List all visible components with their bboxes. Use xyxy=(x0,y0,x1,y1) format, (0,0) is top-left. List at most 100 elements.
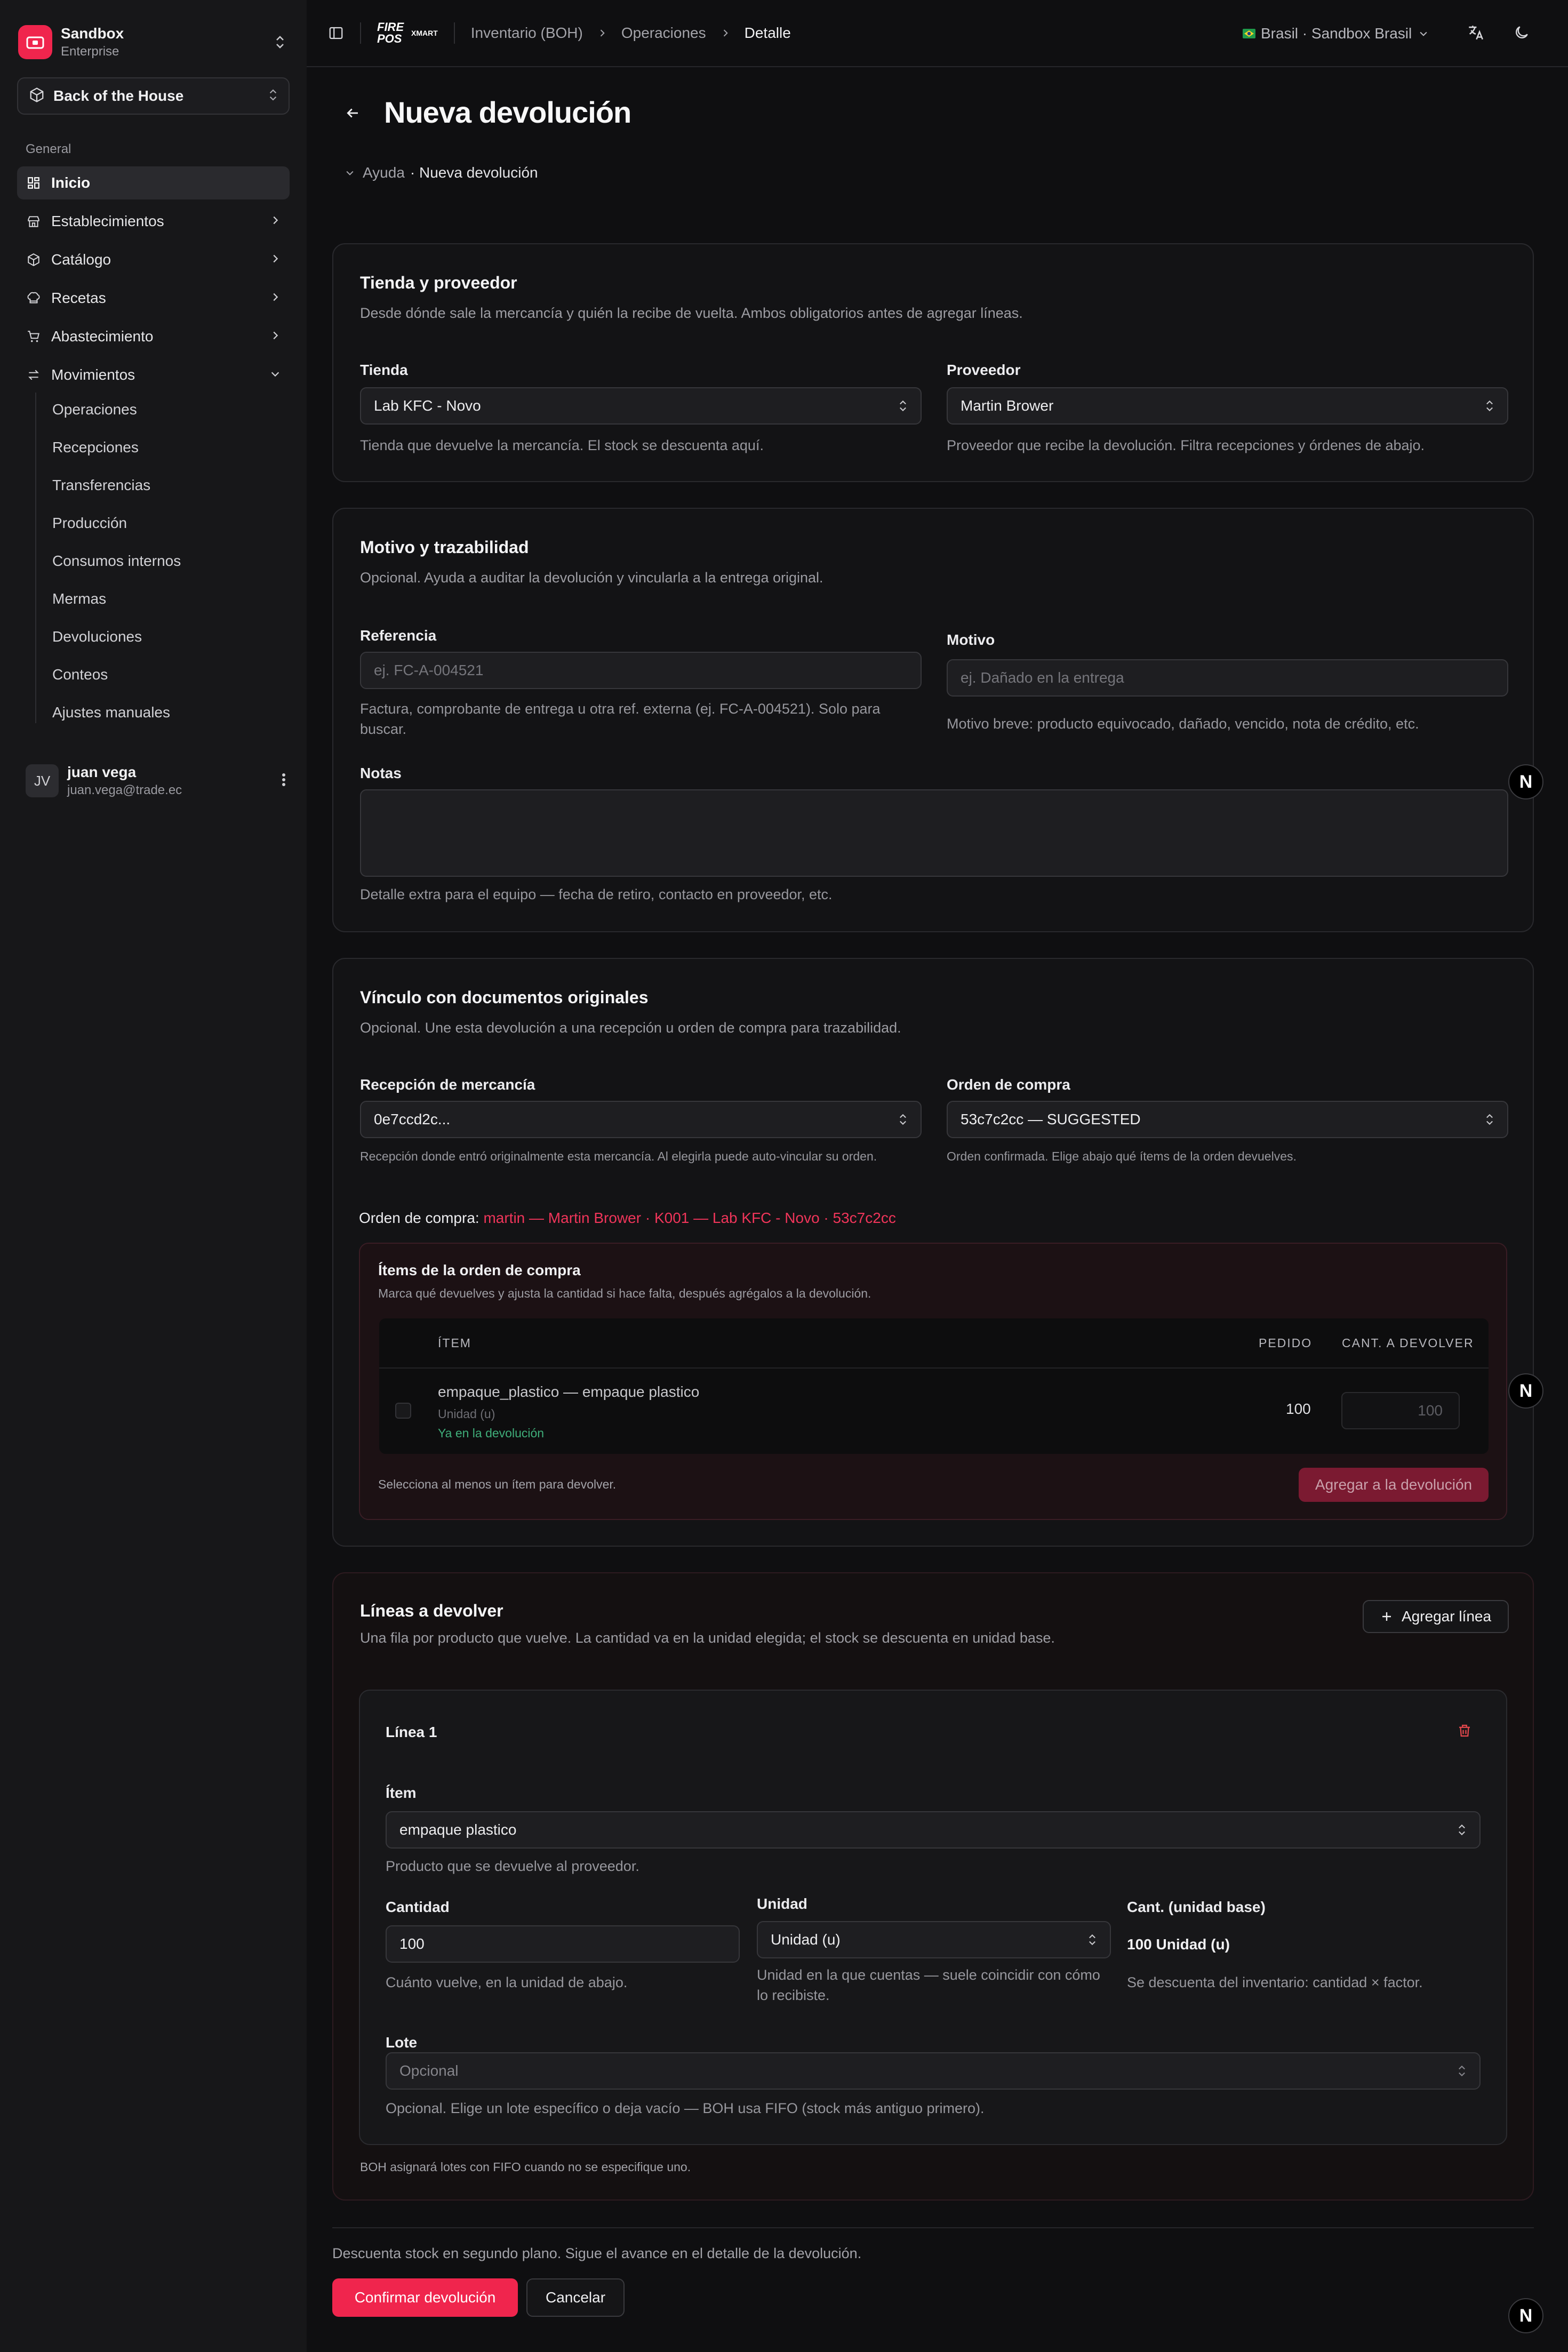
chevrons-up-down-icon xyxy=(1485,399,1494,413)
lot-placeholder: Opcional xyxy=(399,2062,459,2079)
sidebar-subitem-transferencias[interactable]: Transferencias xyxy=(52,477,150,494)
sidebar-item-label: Establecimientos xyxy=(51,213,164,229)
chevron-right-icon xyxy=(269,328,281,345)
quantity-input[interactable]: 100 xyxy=(386,1925,740,1963)
org-switcher[interactable]: Sandbox Enterprise xyxy=(18,18,288,66)
module-switcher[interactable]: Back of the House xyxy=(17,77,290,115)
item-value: empaque plastico xyxy=(399,1821,517,1838)
sidebar-item-movimientos[interactable]: Movimientos xyxy=(17,358,290,391)
row-item-name: empaque_plastico — empaque plastico xyxy=(438,1383,700,1400)
next-dev-badge[interactable]: N xyxy=(1508,764,1543,799)
nav-section-label: General xyxy=(26,142,71,156)
add-to-return-button[interactable]: Agregar a la devolución xyxy=(1299,1468,1489,1502)
item-select[interactable]: empaque plastico xyxy=(386,1811,1481,1849)
divider xyxy=(453,22,455,44)
region-selector[interactable]: Brasil · Sandbox Brasil xyxy=(1243,0,1429,67)
base-qty-help: Se descuenta del inventario: cantidad × … xyxy=(1127,1974,1423,1990)
row-item-status: Ya en la devolución xyxy=(438,1426,545,1440)
moon-icon[interactable] xyxy=(1513,24,1530,41)
po-help: Orden confirmada. Elige abajo qué ítems … xyxy=(947,1149,1297,1163)
sidebar-subitem-produccion[interactable]: Producción xyxy=(52,515,127,532)
notes-label: Notas xyxy=(360,765,402,781)
breadcrumb: Inventario (BOH) Operaciones Detalle xyxy=(471,25,791,42)
chevrons-up-down-icon xyxy=(1485,1113,1494,1126)
quantity-help: Cuánto vuelve, en la unidad de abajo. xyxy=(386,1974,628,1990)
sidebar-item-catalogo[interactable]: Catálogo xyxy=(17,243,290,276)
sidebar: Sandbox Enterprise Back of the House Gen… xyxy=(0,0,307,2352)
row-checkbox[interactable] xyxy=(395,1403,411,1419)
po-label: Orden de compra xyxy=(947,1076,1070,1093)
lot-label: Lote xyxy=(386,2034,418,2051)
supplier-select[interactable]: Martin Brower xyxy=(947,387,1508,425)
reference-help: Factura, comprobante de entrega u otra r… xyxy=(360,701,881,737)
chevrons-up-down-icon xyxy=(268,87,278,105)
col-ordered: PEDIDO xyxy=(1259,1335,1313,1350)
reason-card: Motivo y trazabilidad Opcional. Ayuda a … xyxy=(332,508,1534,932)
sidebar-toggle-icon[interactable] xyxy=(328,25,344,41)
sidebar-subitem-conteos[interactable]: Conteos xyxy=(52,666,108,683)
table-row: empaque_plastico — empaque plastico Unid… xyxy=(379,1369,1489,1453)
lot-select[interactable]: Opcional xyxy=(386,2052,1481,2090)
sidebar-subitem-mermas[interactable]: Mermas xyxy=(52,590,106,607)
confirm-return-button[interactable]: Confirmar devolución xyxy=(332,2278,518,2317)
reference-input[interactable]: ej. FC-A-004521 xyxy=(360,652,922,689)
store-supplier-card: Tienda y proveedor Desde dónde sale la m… xyxy=(332,243,1534,482)
reason-label: Motivo xyxy=(947,631,995,648)
chevron-right-icon xyxy=(269,251,281,268)
add-line-button[interactable]: Agregar línea xyxy=(1363,1600,1509,1633)
breadcrumb-inventario[interactable]: Inventario (BOH) xyxy=(471,25,583,42)
po-items-table: ÍTEM PEDIDO CANT. A DEVOLVER empaque_pla… xyxy=(379,1318,1489,1454)
sidebar-subitem-operaciones[interactable]: Operaciones xyxy=(52,401,137,418)
item-label: Ítem xyxy=(386,1785,417,1801)
store-help: Tienda que devuelve la mercancía. El sto… xyxy=(360,437,764,453)
reception-value: 0e7ccd2c... xyxy=(374,1111,451,1127)
sidebar-item-recetas[interactable]: Recetas xyxy=(17,282,290,315)
po-select[interactable]: 53c7c2cc — SUGGESTED xyxy=(947,1101,1508,1138)
sidebar-subitem-devoluciones[interactable]: Devoluciones xyxy=(52,628,142,645)
chevron-down-icon xyxy=(345,167,355,178)
user-menu[interactable]: JV juan vega juan.vega@trade.ec xyxy=(26,759,287,802)
reason-input[interactable]: ej. Dañado en la entrega xyxy=(947,659,1508,697)
sidebar-subitem-recepciones[interactable]: Recepciones xyxy=(52,439,139,456)
sidebar-item-abastecimiento[interactable]: Abastecimiento xyxy=(17,320,290,353)
linked-po-value[interactable]: martin — Martin Brower · K001 — Lab KFC … xyxy=(483,1210,895,1226)
top-bar: FIRE POS XMART Inventario (BOH) Operacio… xyxy=(307,0,1568,67)
sidebar-item-label: Movimientos xyxy=(51,366,135,383)
brand-logo-sub: XMART xyxy=(411,29,438,37)
breadcrumb-operaciones[interactable]: Operaciones xyxy=(621,25,706,42)
chevron-right-icon xyxy=(720,28,731,38)
reception-select[interactable]: 0e7ccd2c... xyxy=(360,1101,922,1138)
row-item-unit: Unidad (u) xyxy=(438,1407,495,1421)
sidebar-subitem-ajustes[interactable]: Ajustes manuales xyxy=(52,704,170,721)
cancel-button[interactable]: Cancelar xyxy=(526,2278,625,2317)
brazil-flag-icon xyxy=(1243,29,1255,38)
back-arrow-icon[interactable] xyxy=(341,102,364,124)
store-select[interactable]: Lab KFC - Novo xyxy=(360,387,922,425)
footer-note: Descuenta stock en segundo plano. Sigue … xyxy=(332,2245,862,2261)
region-label: Brasil · Sandbox Brasil xyxy=(1261,25,1412,42)
sidebar-subitem-consumos[interactable]: Consumos internos xyxy=(52,553,181,570)
sidebar-item-establecimientos[interactable]: Establecimientos xyxy=(17,205,290,238)
chevrons-up-down-icon xyxy=(898,399,908,413)
notes-textarea[interactable] xyxy=(360,789,1508,877)
supplier-label: Proveedor xyxy=(947,362,1021,378)
store-icon xyxy=(26,213,42,229)
page-title: Nueva devolución xyxy=(384,95,631,129)
card-title: Líneas a devolver xyxy=(360,1601,503,1620)
trash-icon[interactable] xyxy=(1457,1723,1473,1739)
notes-help: Detalle extra para el equipo — fecha de … xyxy=(360,886,833,902)
more-vertical-icon[interactable] xyxy=(281,772,287,790)
card-description: Opcional. Ayuda a auditar la devolución … xyxy=(360,570,823,586)
add-line-label: Agregar línea xyxy=(1401,1608,1492,1625)
help-toggle[interactable]: Ayuda · Nueva devolución xyxy=(345,164,538,181)
package-icon xyxy=(26,252,42,268)
module-name: Back of the House xyxy=(53,87,184,104)
row-return-qty-input[interactable]: 100 xyxy=(1341,1392,1460,1429)
translate-icon[interactable] xyxy=(1467,23,1485,42)
unit-select[interactable]: Unidad (u) xyxy=(757,1921,1111,1958)
next-dev-badge[interactable]: N xyxy=(1508,2298,1543,2333)
fifo-note: BOH asignará lotes con FIFO cuando no se… xyxy=(360,2160,691,2174)
card-title: Vínculo con documentos originales xyxy=(360,988,649,1007)
next-dev-badge[interactable]: N xyxy=(1508,1373,1543,1409)
sidebar-item-inicio[interactable]: Inicio xyxy=(17,166,290,199)
